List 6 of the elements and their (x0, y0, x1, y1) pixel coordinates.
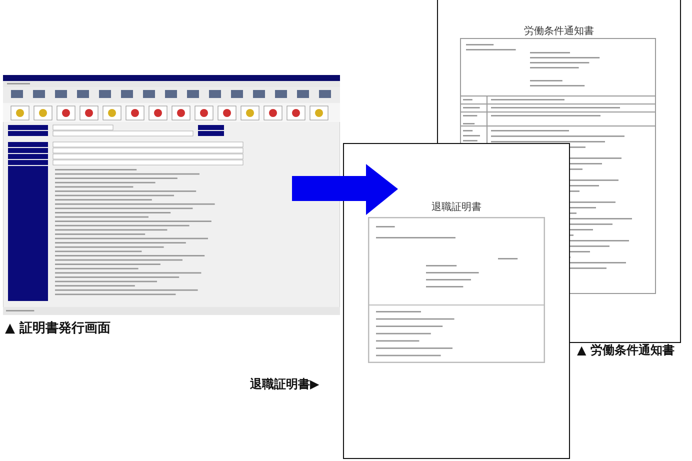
caption: ▲ 労働条件通知書 (577, 342, 674, 358)
document-title: 退職証明書 (432, 202, 482, 213)
caption: ▲ 証明書発行画面 (5, 321, 111, 337)
arrow-icon (292, 164, 398, 216)
document-title: 労働条件通知書 (524, 26, 594, 37)
caption: 退職証明書▶ (250, 376, 320, 392)
